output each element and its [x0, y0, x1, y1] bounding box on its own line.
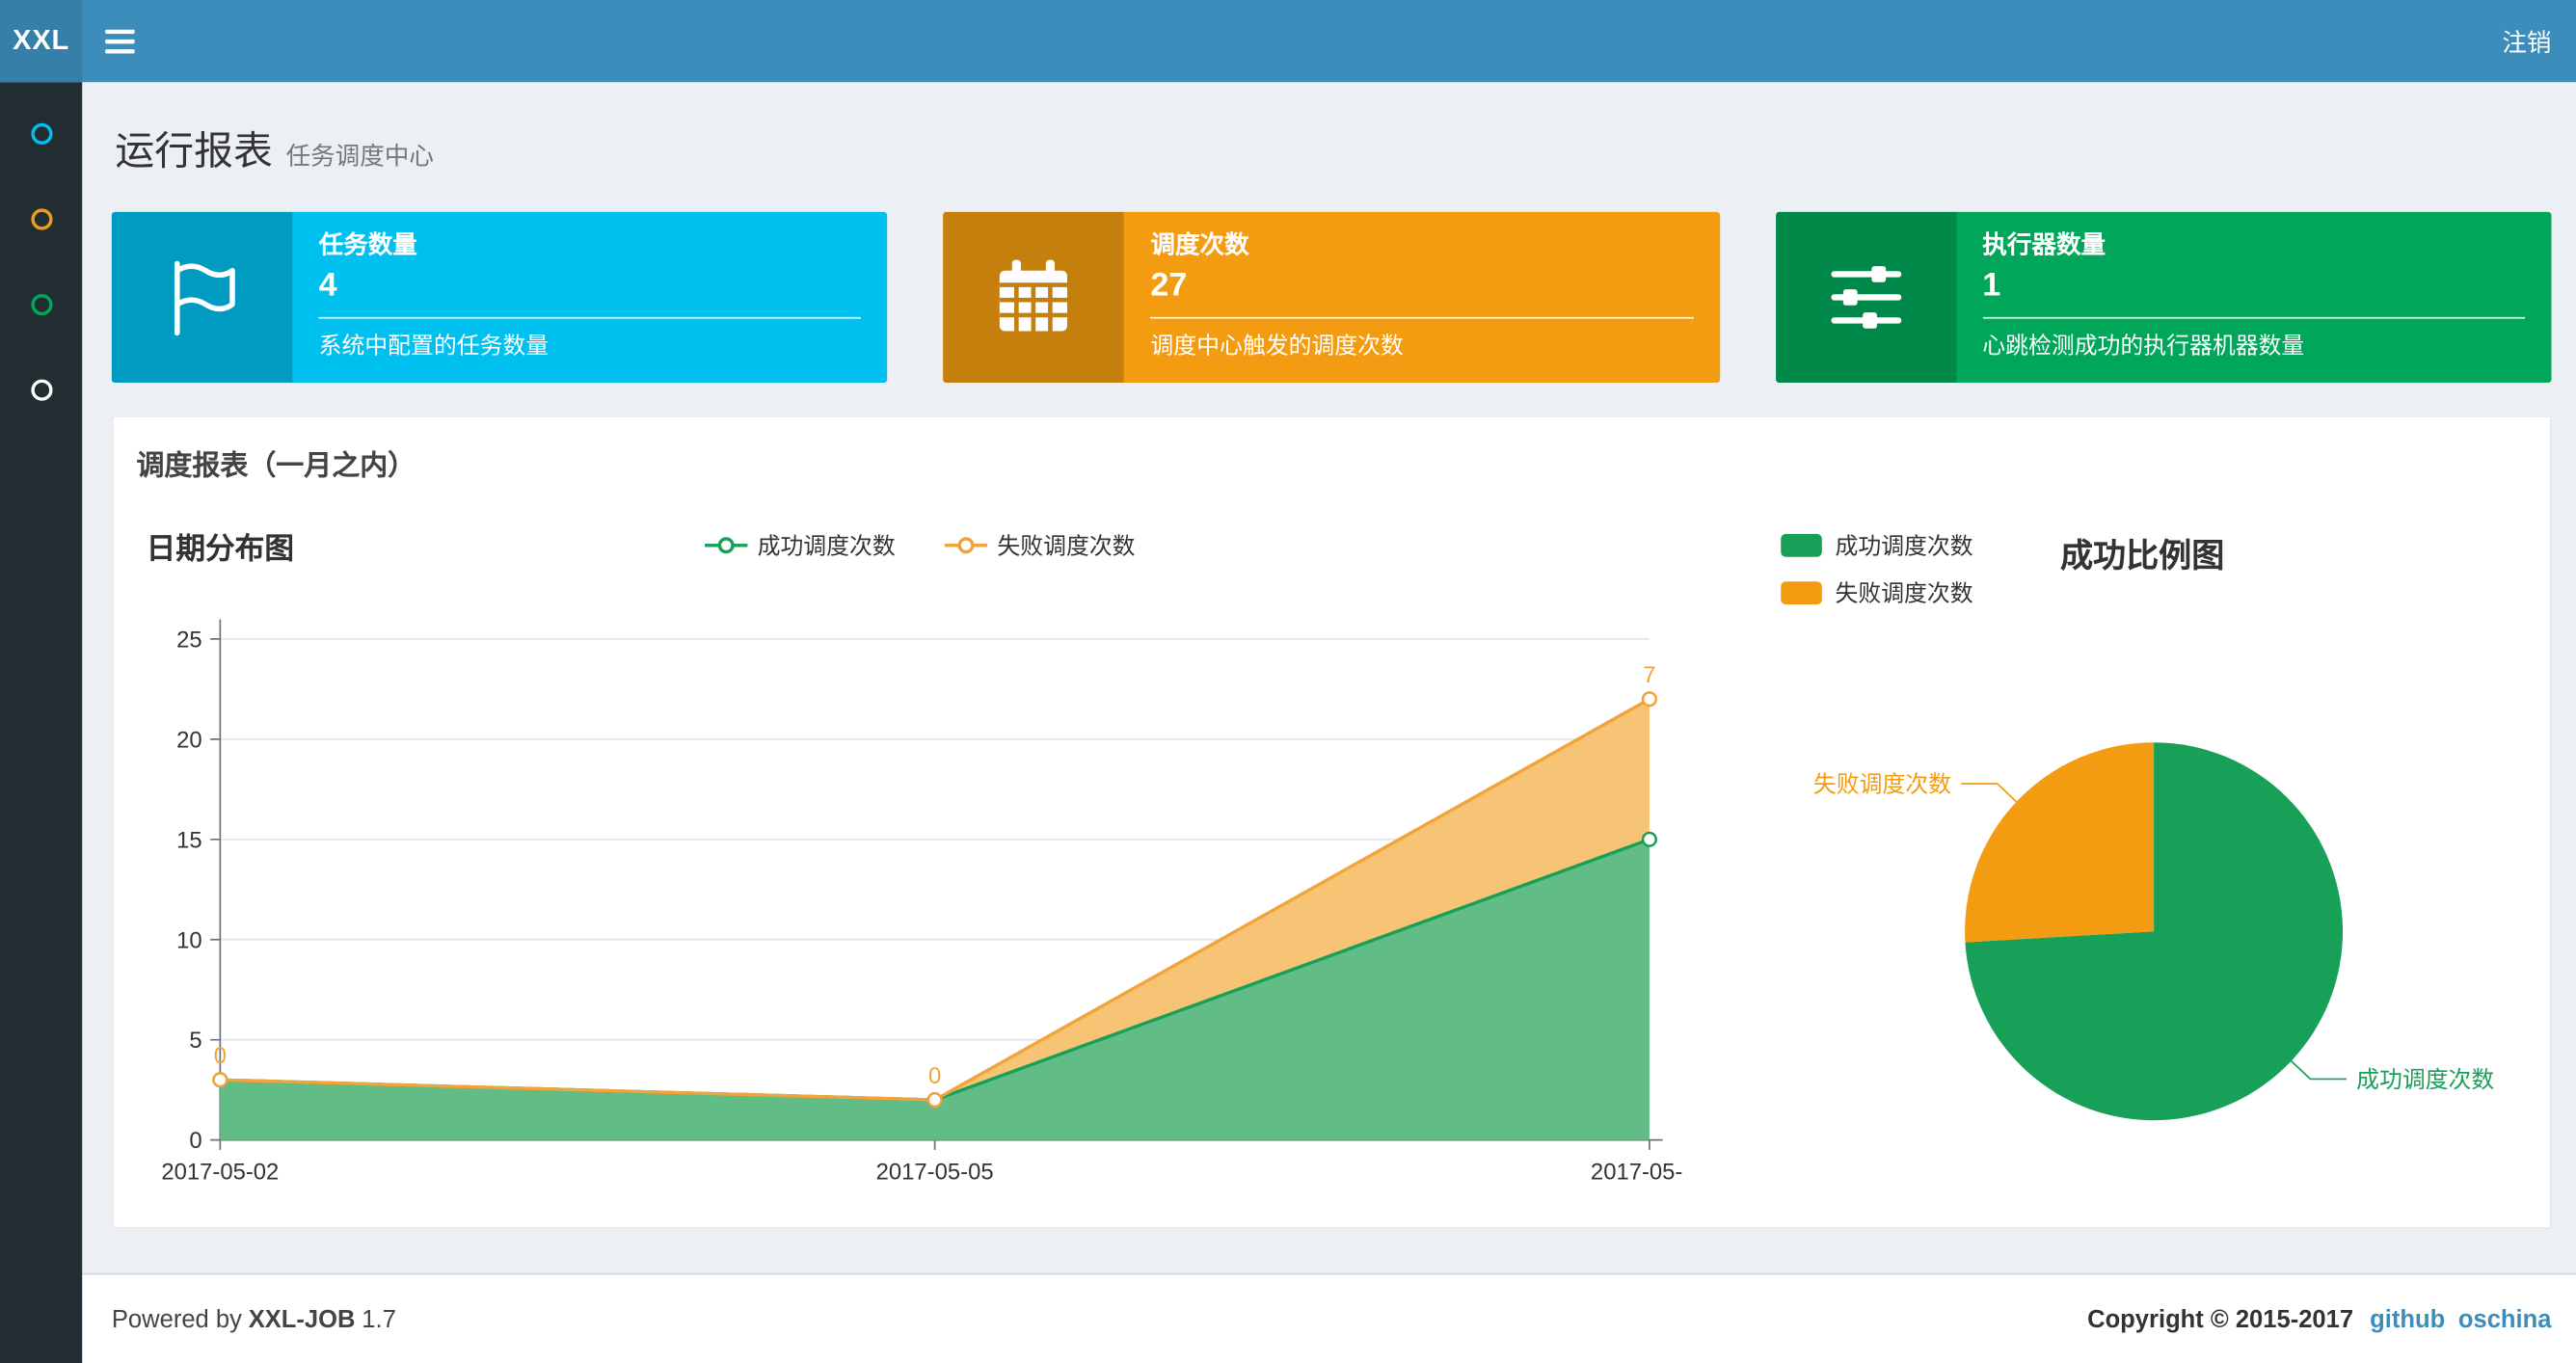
- svg-text:2017-05-02: 2017-05-02: [161, 1160, 279, 1186]
- footer: Powered by XXL-JOB 1.7 Copyright © 2015-20…: [82, 1272, 2576, 1363]
- github-link[interactable]: github: [2370, 1305, 2445, 1333]
- footer-right: Copyright © 2015-2017 github oschina: [2087, 1305, 2551, 1333]
- logo[interactable]: XXL: [0, 0, 83, 83]
- powered-by-text: Powered by: [111, 1304, 242, 1333]
- menu-toggle-button[interactable]: [82, 0, 156, 82]
- sidebar: [0, 82, 83, 1363]
- legend-label: 失败调度次数: [1835, 579, 1973, 606]
- product-name: XXL-JOB: [248, 1304, 356, 1333]
- info-box-executor-count: 执行器数量 1 心跳检测成功的执行器机器数量: [1775, 211, 2552, 384]
- report-panel: 调度报表（一月之内） 日期分布图 成功调度次数 失败调度次数 0 5 10 15…: [111, 415, 2552, 1229]
- line-chart-title: 日期分布图: [146, 532, 295, 566]
- svg-text:成功调度次数: 成功调度次数: [2356, 1067, 2494, 1093]
- sidebar-item-job-log[interactable]: [0, 261, 82, 347]
- page-subtitle: 任务调度中心: [285, 143, 434, 172]
- svg-text:5: 5: [189, 1028, 201, 1054]
- svg-text:10: 10: [176, 927, 202, 953]
- sliders-icon: [1830, 266, 1901, 329]
- info-box-title: 调度次数: [1150, 231, 1249, 260]
- legend-label: 成功调度次数: [1835, 532, 1973, 559]
- svg-text:7: 7: [1643, 662, 1655, 688]
- info-box-desc: 心跳检测成功的执行器机器数量: [1982, 332, 2305, 359]
- powered-by: Powered by XXL-JOB 1.7: [112, 1305, 403, 1333]
- main-content: 运行报表 任务调度中心 任务数量 4 系统中配置的任务数量 调度次数 27 调度…: [82, 82, 2576, 1273]
- info-box-job-count: 任务数量 4 系统中配置的任务数量: [111, 211, 888, 384]
- info-box-title: 执行器数量: [1982, 231, 2106, 260]
- flag-icon: [174, 260, 235, 336]
- sidebar-item-report[interactable]: [0, 91, 82, 176]
- panel-title: 调度报表（一月之内）: [136, 449, 416, 482]
- success-ratio-chart: 成功调度次数 失败调度次数 成功比例图 成功调度次数 失败调度次数: [1715, 513, 2539, 1198]
- svg-text:2017-05-08: 2017-05-08: [1591, 1160, 1682, 1186]
- xxl-job-dashboard: XXL 注销 运行报表 任务调度中心 任务数量 4 系统中配置的任务数量 调度次…: [0, 0, 2576, 1363]
- info-box-desc: 系统中配置的任务数量: [318, 332, 550, 359]
- navbar: XXL 注销: [0, 0, 2576, 83]
- circle-outline-icon: [30, 293, 52, 315]
- info-box-value: 4: [318, 267, 337, 305]
- date-distribution-chart: 日期分布图 成功调度次数 失败调度次数 0 5 10 15 20 25 2017…: [147, 513, 1715, 1198]
- svg-text:0: 0: [189, 1128, 201, 1154]
- legend-swatch: [1781, 533, 1822, 557]
- divider: [1150, 316, 1694, 319]
- legend-line-marker: [705, 537, 748, 554]
- sidebar-item-job-manage[interactable]: [0, 175, 82, 261]
- circle-outline-icon: [30, 121, 52, 145]
- divider: [1982, 316, 2526, 319]
- legend-label: 失败调度次数: [997, 532, 1136, 559]
- info-box-desc: 调度中心触发的调度次数: [1150, 332, 1404, 359]
- legend-item-fail[interactable]: 失败调度次数: [1781, 576, 1973, 609]
- legend-item-success[interactable]: 成功调度次数: [1781, 529, 1973, 562]
- info-box-icon-area: [1775, 211, 1956, 384]
- navbar-right: 注销: [2478, 0, 2576, 82]
- pie-chart-legend: 成功调度次数 失败调度次数: [1781, 529, 1973, 625]
- sidebar-item-help[interactable]: [0, 347, 82, 433]
- pie-chart-title: 成功比例图: [2059, 538, 2225, 575]
- version-text: 1.7: [362, 1304, 396, 1333]
- oschina-link[interactable]: oschina: [2458, 1305, 2552, 1333]
- info-boxes-row: 任务数量 4 系统中配置的任务数量 调度次数 27 调度中心触发的调度次数 执行…: [82, 211, 2576, 384]
- legend-line-marker: [944, 537, 988, 554]
- info-box-body: 任务数量 4 系统中配置的任务数量: [292, 212, 887, 383]
- svg-text:失败调度次数: 失败调度次数: [1813, 772, 1951, 798]
- page-title: 运行报表: [115, 129, 273, 174]
- logout-link[interactable]: 注销: [2502, 24, 2551, 59]
- copyright-text: Copyright © 2015-2017: [2087, 1304, 2354, 1333]
- info-box-body: 执行器数量 1 心跳检测成功的执行器机器数量: [1956, 212, 2551, 383]
- info-box-title: 任务数量: [318, 231, 417, 260]
- legend-swatch: [1781, 581, 1822, 605]
- line-chart-canvas: 05101520252017-05-022017-05-052017-05-08…: [161, 619, 1682, 1186]
- svg-text:15: 15: [176, 827, 202, 853]
- svg-text:0: 0: [214, 1043, 227, 1069]
- pie-chart-canvas: 成功调度次数 失败调度次数: [1813, 742, 2494, 1121]
- circle-outline-icon: [30, 207, 52, 229]
- svg-text:0: 0: [928, 1063, 941, 1089]
- divider: [318, 316, 862, 319]
- legend-item-fail[interactable]: 失败调度次数: [944, 529, 1136, 562]
- svg-text:25: 25: [176, 627, 202, 653]
- svg-text:20: 20: [176, 727, 202, 753]
- info-box-value: 27: [1150, 267, 1188, 305]
- content-header: 运行报表 任务调度中心: [82, 82, 2576, 175]
- info-box-body: 调度次数 27 调度中心触发的调度次数: [1124, 212, 1719, 383]
- hamburger-icon: [104, 28, 134, 53]
- info-box-icon-area: [943, 211, 1125, 384]
- panel-body: 日期分布图 成功调度次数 失败调度次数 0 5 10 15 20 25 2017…: [114, 499, 2550, 1227]
- legend-label: 成功调度次数: [757, 532, 896, 559]
- circle-outline-icon: [30, 378, 52, 400]
- info-box-icon-area: [111, 211, 293, 384]
- line-chart-legend: 成功调度次数 失败调度次数: [705, 529, 1136, 562]
- calendar-icon: [1000, 259, 1068, 332]
- info-box-value: 1: [1982, 267, 2001, 305]
- info-box-trigger-count: 调度次数 27 调度中心触发的调度次数: [943, 211, 1720, 384]
- legend-item-success[interactable]: 成功调度次数: [705, 529, 896, 562]
- svg-text:2017-05-05: 2017-05-05: [876, 1160, 994, 1186]
